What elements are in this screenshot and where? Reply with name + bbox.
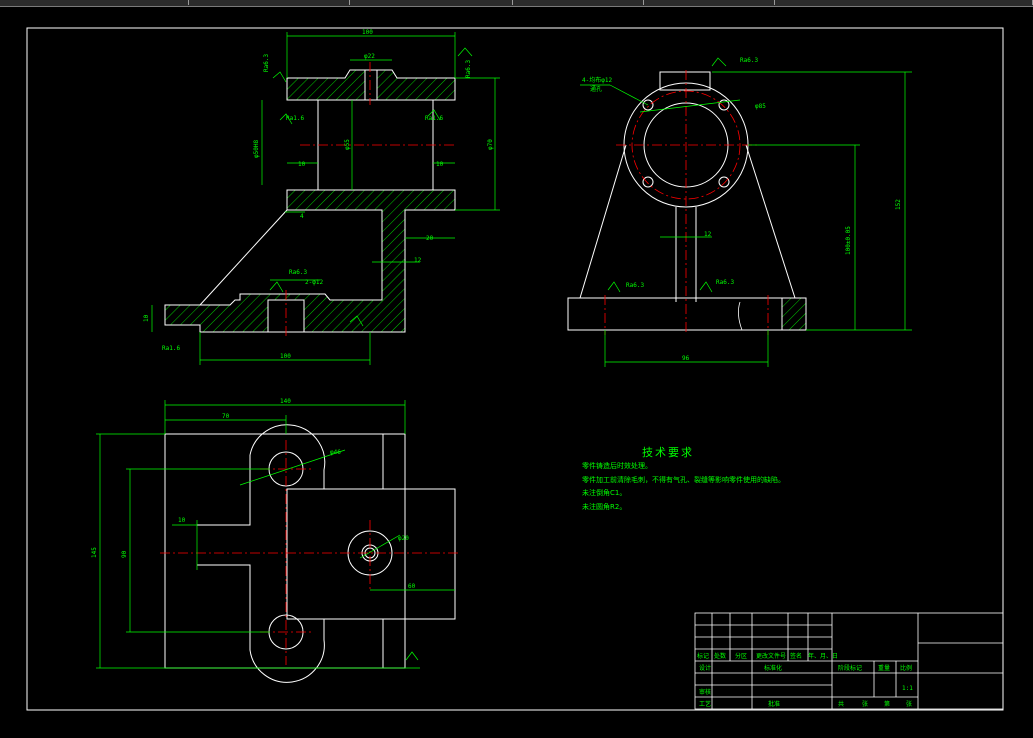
top-dimensions: [96, 400, 455, 669]
tb-approve: 批准: [768, 700, 780, 708]
toolbar-segment[interactable]: [775, 0, 1033, 5]
tb-sheet-unit: 张: [906, 700, 912, 708]
tb-sheet-count: 张: [862, 700, 868, 708]
dim-top-span: 90: [121, 550, 128, 558]
dim-top-hole: φ22: [364, 53, 375, 60]
tech-req-line: 未注圆角R2。: [582, 502, 627, 511]
side-centerlines: [604, 70, 769, 335]
top-view: [164, 424, 456, 683]
dim-base-thick: 10: [143, 314, 150, 322]
tb-label-sign: 签名: [790, 652, 802, 660]
side-dim-text: 4-均布φ12 通孔 φ85 152 100±0.05 12 96 Ra6.3 …: [582, 57, 902, 362]
side-dimensions: [580, 57, 912, 367]
top-dim-text: 140 70 φ46 φ20 10 60 90 145: [91, 398, 416, 590]
dim-rib: 20: [426, 235, 434, 242]
tb-standard: 标准化: [764, 664, 782, 672]
dim-pcd: φ85: [755, 103, 766, 110]
tb-process: 工艺: [699, 700, 711, 708]
tech-req-list: 零件铸造后时效处理。 零件加工前清除毛刺，不得有气孔、裂缝等影响零件使用的缺陷。…: [582, 460, 785, 514]
dim-center-height: 100±0.05: [845, 226, 852, 255]
tb-stage: 阶段标记: [838, 664, 862, 672]
tech-req-line: 零件加工前清除毛刺，不得有气孔、裂缝等影响零件使用的缺陷。: [582, 475, 785, 484]
dim-wall-right: 10: [436, 161, 444, 168]
dim-top-total-length: 145: [91, 547, 98, 558]
tb-scale-value: 1:1: [902, 685, 913, 692]
roughness-1: Ra6.3: [263, 54, 270, 72]
dim-rib-height: 12: [414, 257, 422, 264]
tb-weight: 重量: [878, 664, 890, 672]
dim-base-hole: 2-φ12: [305, 279, 323, 286]
toolbar-segment[interactable]: [0, 0, 189, 5]
roughness-4: Ra1.6: [425, 115, 443, 122]
roughness-2: Ra6.3: [465, 60, 472, 78]
dim-side-base: 96: [682, 355, 690, 362]
dim-top-depth: 60: [408, 583, 416, 590]
dim-top-hole: φ20: [398, 535, 409, 542]
roughness-side-1: Ra6.3: [740, 57, 758, 64]
cad-drawing: 100 φ22 φ50H8 φ55 φ70 10 10 4 20 12 10 1…: [26, 27, 1004, 711]
roughness-6: Ra1.6: [162, 345, 180, 352]
drawing-border: [26, 27, 1004, 711]
tb-label-doc: 更改文件号: [756, 652, 786, 660]
dim-left-height: φ50H8: [253, 140, 260, 158]
top-centerlines: [160, 440, 460, 665]
drawing-canvas[interactable]: 100 φ22 φ50H8 φ55 φ70 10 10 4 20 12 10 1…: [0, 7, 1033, 734]
tech-req-title: 技术要求: [642, 446, 694, 459]
title-block: [694, 612, 1004, 710]
dim-right-height: φ70: [487, 139, 494, 150]
dim-top-width: 100: [362, 29, 373, 36]
dim-top-boss: φ46: [330, 449, 341, 456]
toolbar-segment[interactable]: [513, 0, 644, 5]
dim-rib-thick: 12: [704, 231, 712, 238]
tb-label-count: 处数: [714, 652, 726, 660]
dim-top-hole-offset: 70: [222, 413, 230, 420]
tb-design: 设计: [699, 664, 711, 672]
dim-bore: φ55: [344, 139, 351, 150]
tb-review: 审核: [699, 688, 711, 696]
tech-req-line: 未注倒角C1。: [582, 489, 627, 497]
roughness-side-3: Ra6.3: [716, 279, 734, 286]
roughness-3: Ra1.6: [286, 115, 304, 122]
dim-total-height: 152: [895, 199, 902, 210]
toolbar-segment[interactable]: [644, 0, 775, 5]
tb-label-date: 年、月、日: [808, 652, 838, 660]
roughness-5: Ra6.3: [289, 269, 307, 276]
toolbar-segment[interactable]: [189, 0, 350, 5]
dim-step: 4: [300, 213, 304, 220]
tb-label-mark: 标记: [697, 652, 709, 660]
title-block-text: 标记 处数 分区 更改文件号 签名 年、月、日 设计 标准化 审核 工艺 批准 …: [697, 652, 913, 708]
tb-sheet-no: 第: [884, 700, 890, 708]
side-view: [567, 71, 807, 331]
tb-scale: 比例: [900, 664, 912, 672]
dim-wall-left: 10: [298, 161, 306, 168]
app-toolbar-strip: [0, 0, 1033, 7]
front-view: [164, 69, 456, 333]
tb-sheet-all: 共: [838, 700, 844, 708]
dim-top-total-width: 140: [280, 398, 291, 405]
dim-bolt-note: 通孔: [590, 85, 602, 93]
toolbar-segment[interactable]: [350, 0, 513, 5]
dim-base-width: 100: [280, 353, 291, 360]
dim-top-slot: 10: [178, 517, 186, 524]
dim-bolt-holes: 4-均布φ12: [582, 76, 612, 84]
tech-req-line: 零件铸造后时效处理。: [582, 462, 652, 470]
tb-label-zone: 分区: [735, 652, 747, 660]
roughness-side-2: Ra6.3: [626, 282, 644, 289]
